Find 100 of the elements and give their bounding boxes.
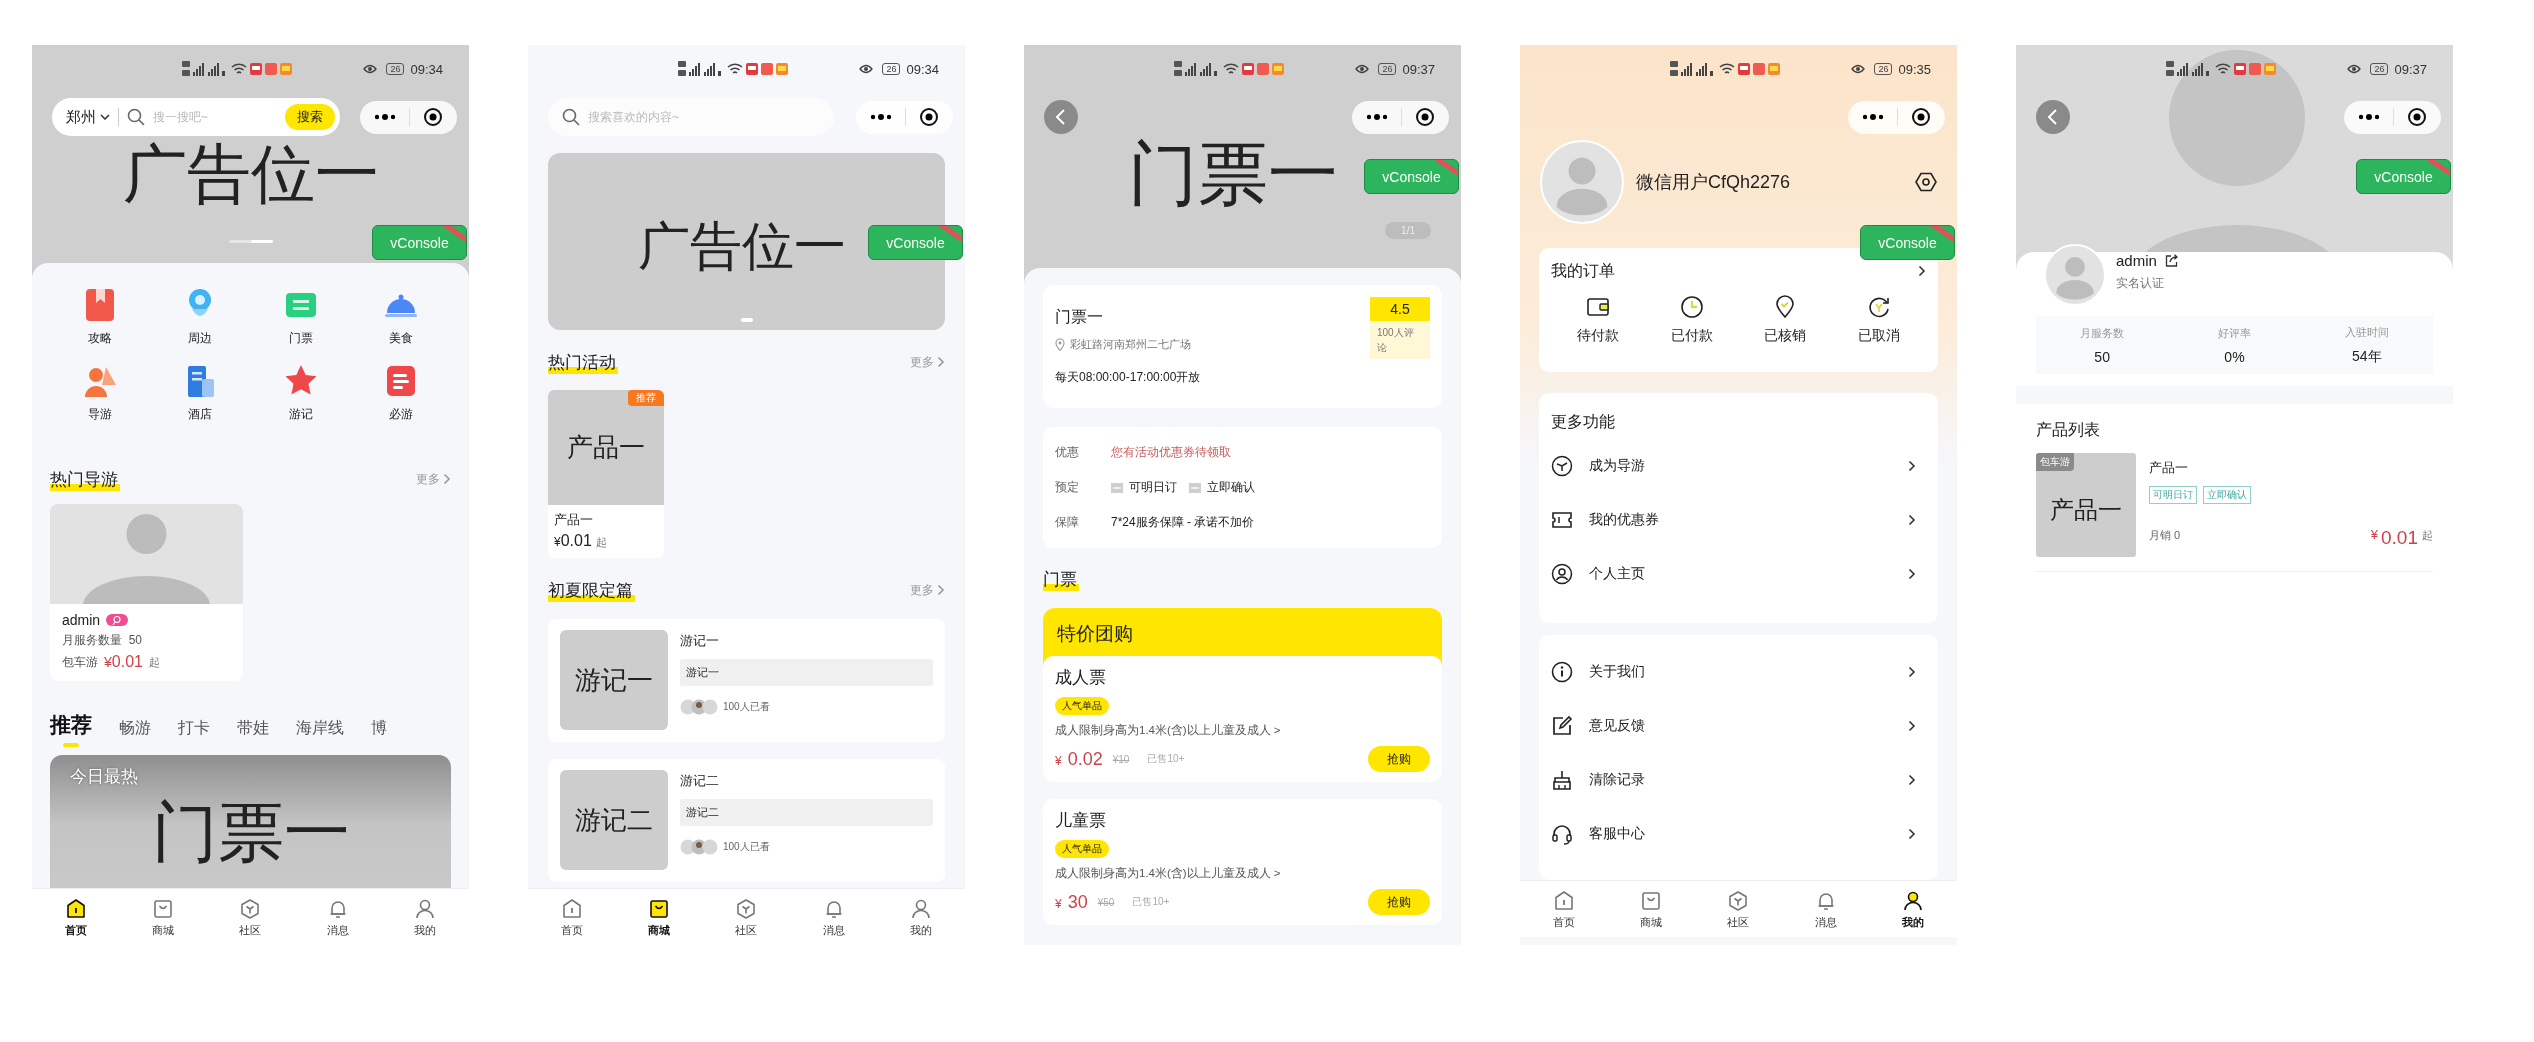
viewer-avatars-icon <box>680 839 718 855</box>
order-status-item[interactable]: 已核销 <box>1738 294 1833 345</box>
monthly-sales: 月销 0 <box>2149 528 2181 543</box>
currency-symbol: ¥ <box>1055 896 1062 911</box>
service-text: 7*24服务保障 - 承诺不加价 <box>1111 514 1255 531</box>
search-field[interactable]: 搜索喜欢的内容~ <box>548 98 834 136</box>
coupon-link[interactable]: 您有活动优惠券待领取 <box>1111 444 1231 461</box>
signal-icon <box>182 59 228 79</box>
target-icon[interactable] <box>1414 107 1435 127</box>
app-icon <box>1242 63 1254 75</box>
category-item[interactable]: 美食 <box>350 285 451 347</box>
more-icon[interactable] <box>1862 113 1885 121</box>
app-icon <box>776 63 788 75</box>
battery-indicator: 26 <box>1874 63 1893 75</box>
status-time: 09:37 <box>2394 61 2427 77</box>
sold-count: 已售10+ <box>1132 895 1170 909</box>
settings-icon[interactable] <box>1915 171 1937 193</box>
tab-bar-item[interactable]: 我的 <box>1888 888 1939 930</box>
ticket-description[interactable]: 成人限制身高为1.4米(含)以上儿童及成人 > <box>1055 866 1281 881</box>
search-input[interactable]: 搜索喜欢的内容~ <box>588 110 829 124</box>
tab-bar-item[interactable]: 我的 <box>896 896 947 938</box>
price-amount: 0.01 <box>111 653 143 671</box>
category-item[interactable]: 周边 <box>150 285 251 347</box>
category-tab[interactable]: 畅游 <box>119 718 151 747</box>
menu-label: 关于我们 <box>1589 663 1646 681</box>
guide-card[interactable]: admin 月服务数量 50 包车游 ¥0.01 起 <box>50 504 243 681</box>
category-tab[interactable]: 博 <box>371 718 387 747</box>
tab-bar-item[interactable]: 社区 <box>225 896 276 938</box>
buy-button[interactable]: 抢购 <box>1368 889 1430 915</box>
popular-tag: 人气单品 <box>1055 840 1109 858</box>
category-item[interactable]: 游记 <box>250 361 351 423</box>
tab-bar-item[interactable]: 商城 <box>634 896 685 938</box>
tab-bar-item[interactable]: 商城 <box>1626 888 1677 930</box>
sold-count: 已售10+ <box>1147 752 1185 766</box>
order-status-item[interactable]: 待付款 <box>1551 294 1645 345</box>
tab-bar-item[interactable]: 首页 <box>1538 888 1589 930</box>
category-item[interactable]: 导游 <box>50 361 151 423</box>
target-icon[interactable] <box>422 107 443 127</box>
target-icon[interactable] <box>2406 107 2427 127</box>
chevron-right-icon <box>1908 828 1916 840</box>
order-status-item[interactable]: 已付款 <box>1644 294 1739 345</box>
search-button[interactable]: 搜索 <box>285 104 335 130</box>
wifi-icon <box>2215 62 2231 76</box>
tab-bar-item[interactable]: 社区 <box>721 896 772 938</box>
section-title: 热门导游 <box>50 467 120 491</box>
status-time: 09:34 <box>410 61 443 77</box>
more-icon[interactable] <box>870 113 893 121</box>
carousel-indicator-icon <box>228 240 273 244</box>
tab-bar-item[interactable]: 我的 <box>400 896 451 938</box>
category-item[interactable]: 酒店 <box>150 361 251 423</box>
product-item[interactable]: 包车游 产品一 产品一 可明日订 立即确认 月销 0 ¥0.01 起 <box>2036 453 2433 572</box>
target-icon[interactable] <box>918 107 939 127</box>
more-icon[interactable] <box>2358 113 2381 121</box>
menu-item[interactable]: 个人主页 <box>1551 547 1926 601</box>
category-item[interactable]: 门票 <box>250 285 351 347</box>
menu-item[interactable]: 清除记录 <box>1551 753 1926 807</box>
category-item[interactable]: 必游 <box>350 361 451 423</box>
service-label: 优惠 <box>1055 444 1080 461</box>
more-icon[interactable] <box>1366 113 1389 121</box>
buy-button[interactable]: 抢购 <box>1368 746 1430 772</box>
tab-bar-item[interactable]: 社区 <box>1713 888 1764 930</box>
opening-hours: 每天08:00:00-17:00:00开放 <box>1055 369 1202 386</box>
category-tab[interactable]: 带娃 <box>237 718 269 747</box>
more-icon[interactable] <box>374 113 397 121</box>
note-card[interactable]: 游记一 游记一 游记一 100人已看 <box>548 619 945 742</box>
guide-name: admin <box>2116 252 2157 269</box>
menu-item[interactable]: 关于我们 <box>1551 645 1926 699</box>
tab-bar-item[interactable]: 消息 <box>1800 888 1851 930</box>
category-item[interactable]: 攻略 <box>50 285 151 347</box>
back-button[interactable] <box>1044 100 1078 134</box>
coupon-icon <box>1551 509 1573 531</box>
app-icon <box>746 63 758 75</box>
chevron-right-icon <box>1908 666 1916 678</box>
menu-item[interactable]: 客服中心 <box>1551 807 1926 861</box>
target-icon[interactable] <box>1910 107 1931 127</box>
chevron-right-icon <box>1908 460 1916 472</box>
category-tab[interactable]: 打卡 <box>178 718 210 747</box>
category-tab[interactable]: 海岸线 <box>296 718 344 747</box>
feed-card[interactable]: 今日最热 门票一 <box>50 755 451 888</box>
tab-bar-item[interactable]: 首页 <box>50 896 101 938</box>
category-tab[interactable]: 推荐 <box>50 711 92 747</box>
menu-item[interactable]: 我的优惠券 <box>1551 493 1926 547</box>
currency-symbol: ¥ <box>1055 753 1062 768</box>
tab-bar-item[interactable]: 消息 <box>312 896 363 938</box>
share-icon[interactable] <box>2164 254 2178 267</box>
menu-item[interactable]: 意见反馈 <box>1551 699 1926 753</box>
app-icon <box>1753 63 1765 75</box>
product-card[interactable]: 推荐 产品一 产品一 ¥0.01 起 <box>548 390 664 558</box>
tab-bar-item[interactable]: 首页 <box>546 896 597 938</box>
original-price: ¥50 <box>1097 896 1115 908</box>
ticket-description[interactable]: 成人限制身高为1.4米(含)以上儿童及成人 > <box>1055 723 1281 738</box>
back-button[interactable] <box>2036 100 2070 134</box>
note-card[interactable]: 游记二 游记二 游记二 100人已看 <box>548 759 945 882</box>
order-status-item[interactable]: 已取消 <box>1832 294 1926 345</box>
card-title: 我的订单 <box>1551 260 1615 281</box>
menu-item[interactable]: 成为导游 <box>1551 439 1926 493</box>
tab-bar-item[interactable]: 商城 <box>138 896 189 938</box>
feature-tag: 可明日订 <box>2149 486 2197 504</box>
tab-bar-item[interactable]: 消息 <box>808 896 859 938</box>
city-selector[interactable]: 郑州 <box>66 107 110 127</box>
